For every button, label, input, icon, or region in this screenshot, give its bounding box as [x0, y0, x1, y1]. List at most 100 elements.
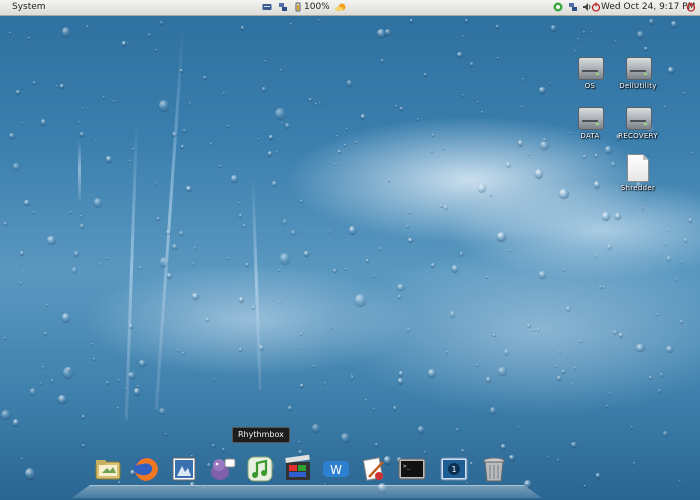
desktop-icon-dellutility[interactable]: DellUtility: [613, 54, 663, 90]
water-droplet: [74, 251, 79, 256]
desktop-icon-shredder[interactable]: Shredder: [613, 154, 663, 192]
svg-text:>_: >_: [403, 463, 411, 470]
desktop-icon-recovery[interactable]: RECOVERY: [613, 104, 663, 140]
water-droplet: [338, 150, 341, 153]
water-droplet: [315, 103, 317, 105]
network-manager-icon[interactable]: [568, 2, 578, 12]
water-droplet: [239, 297, 244, 302]
network-icon[interactable]: [278, 2, 288, 12]
water-droplet: [25, 468, 35, 479]
clock[interactable]: Wed Oct 24, 9:17 PM: [601, 2, 695, 13]
water-droplet: [298, 441, 300, 443]
water-droplet: [373, 408, 375, 410]
water-droplet: [656, 313, 659, 315]
water-droplet: [166, 230, 171, 234]
battery-icon[interactable]: [293, 2, 303, 12]
rhythmbox-icon[interactable]: [245, 454, 275, 484]
water-droplet: [365, 399, 367, 401]
water-droplet: [222, 448, 225, 451]
water-droplet: [40, 382, 42, 384]
water-droplet: [450, 311, 455, 317]
water-droplet: [446, 351, 448, 353]
water-droplet: [486, 377, 491, 382]
water-droplet: [637, 31, 644, 38]
water-droplet: [684, 238, 687, 242]
water-droplet: [594, 181, 600, 188]
pidgin-icon[interactable]: [207, 454, 237, 484]
water-droplet: [398, 295, 401, 298]
water-droplet: [4, 337, 6, 339]
water-droplet: [606, 405, 608, 407]
water-droplet: [633, 462, 635, 464]
water-droplet: [94, 198, 102, 207]
water-droplet: [689, 218, 692, 222]
water-droplet: [557, 376, 561, 380]
water-droplet: [557, 459, 559, 461]
water-droplet: [129, 160, 131, 162]
water-droplet: [583, 155, 586, 158]
water-droplet: [642, 207, 644, 209]
water-droplet: [268, 151, 272, 156]
firefox-icon[interactable]: [131, 454, 161, 484]
water-droplet: [665, 243, 667, 245]
water-droplet: [242, 28, 244, 30]
water-droplet: [106, 156, 112, 162]
water-droplet: [506, 162, 511, 167]
water-droplet: [280, 253, 290, 264]
weather-icon[interactable]: [334, 2, 348, 12]
desktop-icon-os[interactable]: OS: [565, 54, 615, 90]
water-droplet: [331, 326, 333, 328]
water-droplet: [533, 329, 535, 331]
water-droplet: [408, 238, 413, 242]
water-droplet: [72, 267, 77, 273]
water-droplet: [355, 294, 366, 306]
water-droplet: [269, 135, 273, 139]
water-droplet: [46, 304, 48, 306]
water-droplet: [551, 25, 556, 31]
desktop[interactable]: System 100% Wed Oct 24, 9:17 PM OS DellU…: [0, 0, 700, 500]
keyboard-icon[interactable]: [262, 2, 272, 12]
water-droplet: [82, 107, 84, 109]
water-droplet: [134, 388, 140, 395]
desktop-icon-label: Shredder: [620, 184, 656, 192]
desktop-icon-data[interactable]: DATA: [565, 104, 615, 140]
update-notifier-icon[interactable]: [552, 2, 564, 12]
water-droplet: [126, 388, 128, 390]
trash-icon[interactable]: [479, 454, 509, 484]
terminal-icon[interactable]: >_: [397, 454, 427, 484]
hard-drive-icon: [577, 54, 604, 80]
water-droplet: [127, 42, 129, 44]
water-droplet: [631, 426, 633, 428]
water-droplet: [159, 100, 169, 111]
water-droplet: [182, 352, 185, 354]
hard-drive-icon: [577, 104, 604, 130]
water-droplet: [410, 19, 413, 22]
water-droplet: [407, 328, 410, 331]
svg-text:1: 1: [451, 465, 456, 474]
water-droplet: [283, 219, 287, 224]
water-droplet: [62, 27, 70, 37]
water-droplet: [280, 69, 282, 71]
water-droplet: [666, 346, 673, 352]
power-icon[interactable]: [591, 2, 601, 12]
shutdown-icon[interactable]: [686, 2, 696, 12]
water-droplet: [676, 278, 678, 280]
folder-icon[interactable]: [93, 454, 123, 484]
text-editor-icon[interactable]: [359, 454, 389, 484]
water-droplet: [595, 154, 598, 157]
writer-icon[interactable]: W: [321, 454, 351, 484]
water-droplet: [452, 265, 458, 272]
water-droplet: [113, 100, 115, 102]
water-droplet: [180, 69, 183, 72]
water-droplet: [497, 57, 499, 59]
workspace-switcher-icon[interactable]: 1: [439, 454, 469, 484]
water-droplet: [300, 333, 302, 335]
water-droplet: [490, 194, 492, 196]
photo-viewer-icon[interactable]: [169, 454, 199, 484]
movie-player-icon[interactable]: [283, 454, 313, 484]
water-droplet: [30, 388, 36, 395]
system-menu[interactable]: System: [12, 2, 46, 13]
water-droplet: [159, 408, 166, 414]
water-droplet: [424, 73, 427, 76]
water-droplet: [189, 102, 191, 104]
